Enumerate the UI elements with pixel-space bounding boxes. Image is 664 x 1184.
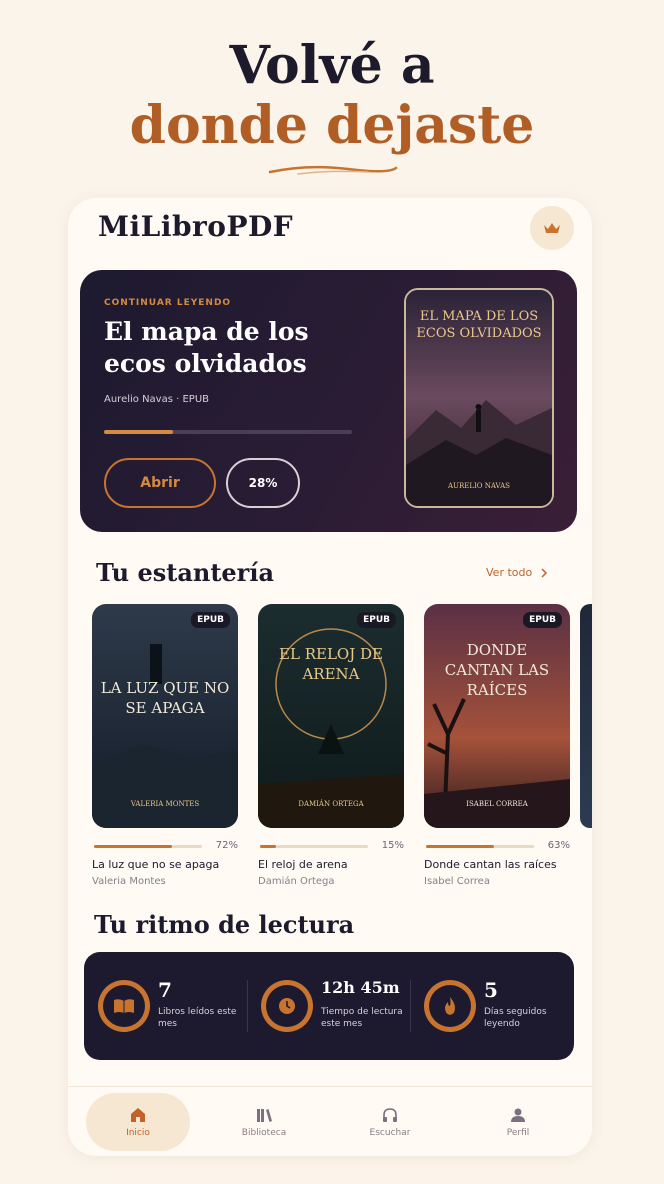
user-icon <box>511 1108 525 1122</box>
rhythm-title: Tu ritmo de lectura <box>94 910 355 939</box>
see-all-label: Ver todo <box>486 566 533 579</box>
cover-art <box>424 604 570 828</box>
continue-reading-card[interactable]: Continuar leyendo El mapa de los ecos ol… <box>80 270 577 532</box>
book-progress-percent: 72% <box>215 840 238 851</box>
hero-heading: Volvé a donde dejaste <box>0 36 664 156</box>
stat-label: Días seguidos leyendo <box>484 1007 547 1029</box>
stat-icon-ring <box>424 980 476 1032</box>
stat-icon-ring <box>98 980 150 1032</box>
book-progress-fill <box>260 845 277 848</box>
headphones-icon <box>383 1108 397 1122</box>
book-progress-fill <box>94 845 172 848</box>
nav-item-perfil[interactable]: Perfil <box>466 1093 570 1151</box>
reading-stats-panel: 7 Libros leídos este mes 12h 45m Tiempo … <box>84 952 574 1060</box>
book-cover[interactable]: EPUB La luz que no se apaga Valeria Mont… <box>92 604 238 828</box>
book-progress: 63% <box>424 840 570 852</box>
stat-reading-time: 12h 45m Tiempo de lectura este mes <box>247 952 410 1060</box>
stat-icon-inner <box>266 985 308 1027</box>
stat-icon-inner <box>103 985 145 1027</box>
cover-author-text: Damián Ortega <box>298 800 364 808</box>
nav-item-escuchar[interactable]: Escuchar <box>338 1093 442 1151</box>
hero-line-1: Volvé a <box>229 35 435 96</box>
app-brand: MiLibroPDF <box>98 210 294 243</box>
continue-meta: Aurelio Navas · EPUB <box>104 394 210 405</box>
nav-label: Perfil <box>506 1128 530 1138</box>
book-author: Valeria Montes <box>92 876 166 887</box>
clock-icon <box>279 998 295 1014</box>
nav-label: Biblioteca <box>241 1128 287 1138</box>
continue-title: El mapa de los ecos olvidados <box>104 317 309 378</box>
shelf-title: Tu estantería <box>96 558 274 587</box>
shelf-book[interactable]: EPUB Donde cantan las raíces Isabel Corr… <box>424 604 570 887</box>
cover-art <box>258 604 404 828</box>
bottom-navigation: Inicio Biblioteca Escuchar Perfil <box>68 1086 592 1156</box>
home-icon <box>131 1108 145 1122</box>
stat-icon-ring <box>261 980 313 1032</box>
cover-title-text: Donde cantan las raíces <box>444 641 550 699</box>
book-title: Donde cantan las raíces <box>424 858 557 871</box>
stat-value: 5 <box>484 978 498 1002</box>
nav-item-inicio[interactable]: Inicio <box>86 1093 190 1151</box>
open-button[interactable]: Abrir <box>104 458 216 508</box>
swash-decoration <box>268 165 398 175</box>
book-cover[interactable]: EPUB Donde cantan las raíces Isabel Corr… <box>424 604 570 828</box>
book-cover[interactable]: EPUB El reloj de arena Damián Ortega <box>258 604 404 828</box>
stat-label: Libros leídos este mes <box>158 1007 237 1029</box>
book-progress-percent: 63% <box>547 840 570 851</box>
nav-label: Escuchar <box>369 1128 411 1138</box>
book-author: Isabel Correa <box>424 876 490 887</box>
book-progress: 72% <box>92 840 238 852</box>
book-author: Damián Ortega <box>258 876 335 887</box>
shelf-book[interactable]: EPUB El reloj de arena Damián Ortega 15%… <box>258 604 404 887</box>
format-badge: EPUB <box>357 612 396 628</box>
stat-label: Tiempo de lectura este mes <box>321 1007 403 1029</box>
continue-book-cover[interactable]: El mapa de los ecos olvidados Aurelio Na… <box>404 288 554 508</box>
stat-value: 12h 45m <box>321 978 400 997</box>
cover-title-text: El mapa de los ecos olvidados <box>416 309 542 341</box>
see-all-link[interactable]: Ver todo <box>486 566 548 579</box>
crown-icon <box>544 223 560 233</box>
book-progress-fill <box>426 845 495 848</box>
progress-percent-button[interactable]: 28% <box>226 458 300 508</box>
cover-title-text: El reloj de arena <box>279 645 383 683</box>
book-title: La luz que no se apaga <box>92 858 220 871</box>
cover-author-text: Aurelio Navas <box>448 482 510 490</box>
cover-author-text: Isabel Correa <box>466 800 528 808</box>
nav-label: Inicio <box>126 1128 150 1138</box>
stat-streak: 5 Días seguidos leyendo <box>410 952 573 1060</box>
library-icon <box>257 1109 272 1122</box>
chevron-right-icon <box>541 567 548 578</box>
flame-icon <box>445 997 455 1015</box>
stat-books-read: 7 Libros leídos este mes <box>84 952 247 1060</box>
cover-author-text: Valeria Montes <box>130 800 200 808</box>
cover-title-text: La luz que no se apaga <box>100 679 230 717</box>
premium-button[interactable] <box>530 206 574 250</box>
continue-progress-bar <box>104 430 352 434</box>
hero-line-2: donde dejaste <box>129 95 535 156</box>
shelf-book[interactable]: EPUB La luz que no se apaga Valeria Mont… <box>92 604 238 887</box>
format-badge: EPUB <box>191 612 230 628</box>
nav-item-biblioteca[interactable]: Biblioteca <box>212 1093 316 1151</box>
book-progress-percent: 15% <box>381 840 404 851</box>
continue-kicker: Continuar leyendo <box>104 298 232 308</box>
stat-value: 7 <box>158 978 172 1002</box>
book-title: El reloj de arena <box>258 858 348 871</box>
book-progress-track <box>260 845 368 848</box>
book-progress-track <box>94 845 202 848</box>
continue-progress-fill <box>104 430 174 434</box>
format-badge: EPUB <box>523 612 562 628</box>
book-icon <box>114 999 134 1013</box>
stat-icon-inner <box>429 985 471 1027</box>
book-progress-track <box>426 845 534 848</box>
book-progress: 15% <box>258 840 404 852</box>
next-book-peek[interactable] <box>580 604 592 828</box>
